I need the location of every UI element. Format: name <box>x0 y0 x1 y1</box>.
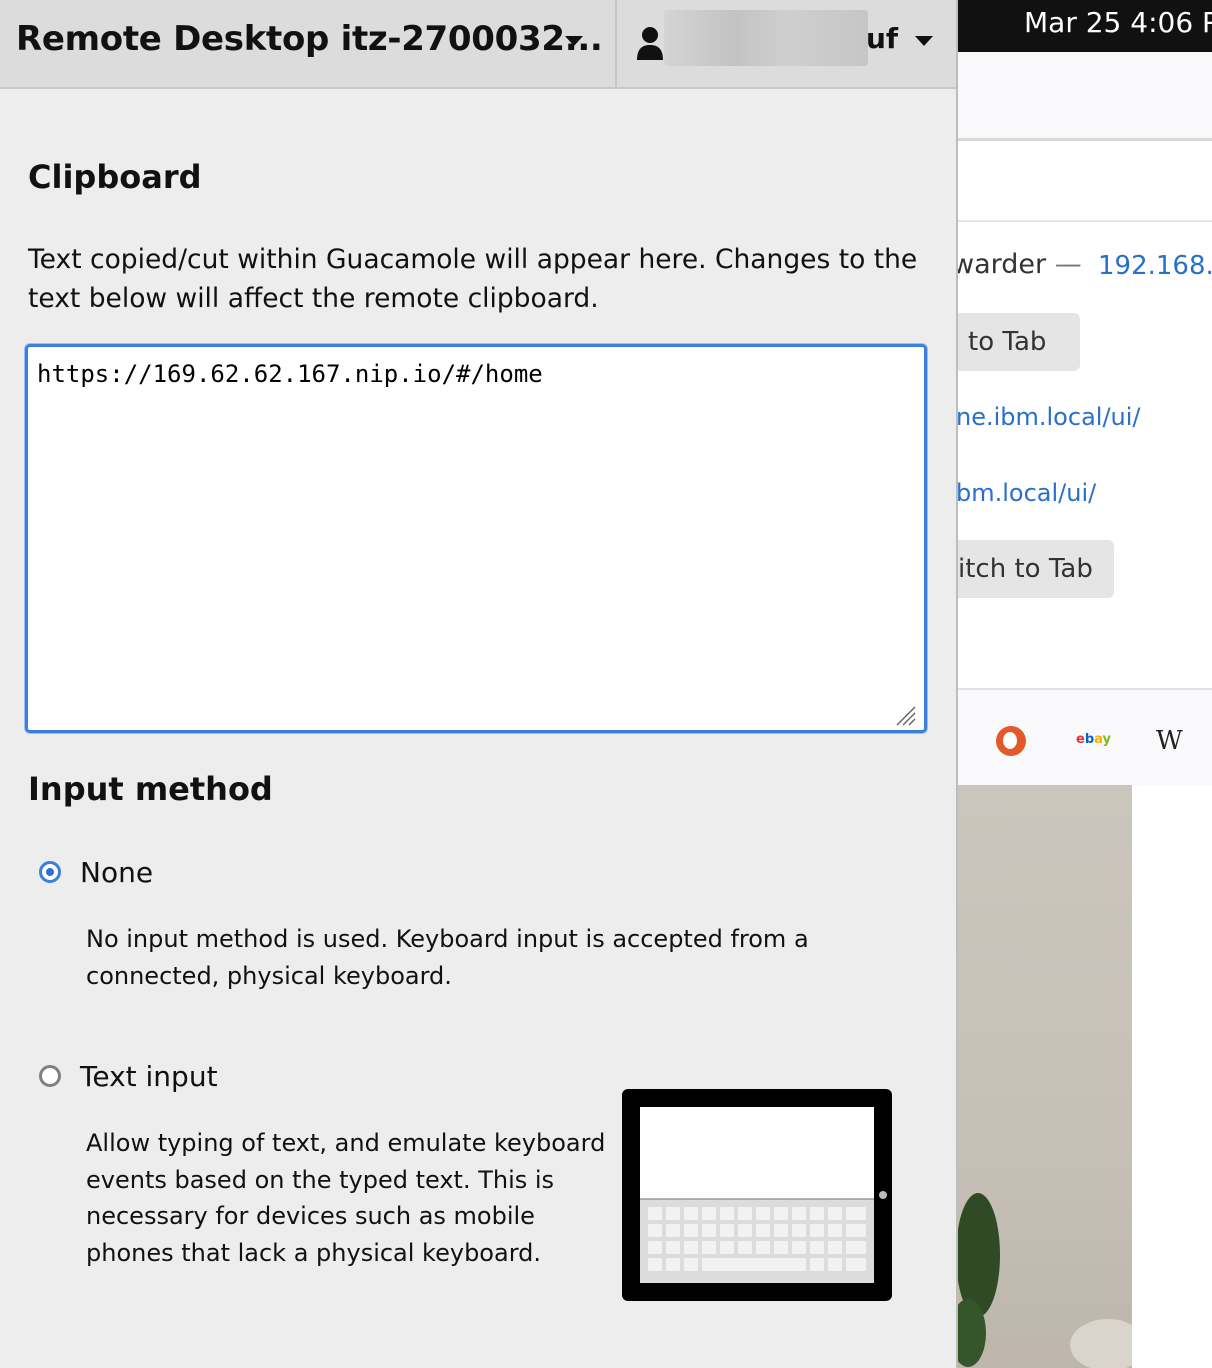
suggestion-title[interactable]: warder — <box>958 249 1082 280</box>
option-text-input-label[interactable]: Text input <box>80 1060 218 1093</box>
remote-desktop-view[interactable]: Mar 25 4:06 P warder — 192.168.2 to Tab … <box>958 0 1212 1368</box>
browser-toolbar <box>958 52 1212 141</box>
tablet-key <box>756 1207 770 1220</box>
tablet-key <box>810 1207 824 1220</box>
tablet-key <box>846 1241 866 1254</box>
tablet-key <box>648 1258 662 1271</box>
tablet-key <box>756 1241 770 1254</box>
tablet-key <box>738 1241 752 1254</box>
tablet-key <box>648 1241 662 1254</box>
dropdown-divider <box>958 220 1212 222</box>
tablet-key <box>846 1224 866 1237</box>
tablet-key <box>666 1224 680 1237</box>
suggestion-url[interactable]: 192.168.2 <box>1098 251 1212 281</box>
input-method-heading: Input method <box>28 770 273 808</box>
tablet-key <box>846 1258 866 1271</box>
duckduckgo-icon[interactable] <box>996 726 1026 756</box>
radio-selected-icon[interactable] <box>39 861 61 883</box>
ebay-icon[interactable]: ebay <box>1076 732 1111 747</box>
clipboard-heading: Clipboard <box>28 158 202 196</box>
option-none-description: No input method is used. Keyboard input … <box>86 925 809 990</box>
tablet-key <box>792 1241 806 1254</box>
tablet-key <box>720 1224 734 1237</box>
tablet-key <box>774 1224 788 1237</box>
tablet-key <box>684 1207 698 1220</box>
tablet-keyboard-icon <box>622 1089 892 1301</box>
connection-title[interactable]: Remote Desktop itz-2700032... <box>16 19 603 59</box>
suggestion-url-3[interactable]: bm.local/ui/ <box>958 479 1096 507</box>
radio-unselected-icon[interactable] <box>39 1065 61 1087</box>
shortcut-bar: ebay W <box>958 688 1212 787</box>
tablet-key <box>774 1207 788 1220</box>
tablet-key <box>810 1258 824 1271</box>
tablet-key <box>720 1241 734 1254</box>
tablet-key <box>666 1241 680 1254</box>
tablet-key <box>648 1207 662 1220</box>
tablet-key <box>666 1258 680 1271</box>
tablet-key <box>738 1207 752 1220</box>
tablet-key <box>702 1258 806 1271</box>
user-menu[interactable]: uf <box>617 0 956 87</box>
tablet-key <box>846 1207 866 1220</box>
url-suggestion-dropdown: warder — 192.168.2 to Tab ne.ibm.local/u… <box>958 141 1212 691</box>
tablet-key <box>828 1207 842 1220</box>
tablet-key <box>828 1258 842 1271</box>
desktop-wallpaper-right <box>1132 785 1212 1368</box>
user-name: uf <box>866 22 899 55</box>
guacamole-menu: Remote Desktop itz-2700032... uf Clipboa… <box>0 0 956 1368</box>
chevron-down-icon[interactable] <box>565 36 583 46</box>
tablet-key <box>792 1224 806 1237</box>
switch-to-tab-button-2[interactable]: itch to Tab <box>958 540 1114 598</box>
switch-to-tab-button[interactable]: to Tab <box>958 313 1080 371</box>
chevron-down-icon[interactable] <box>915 36 933 46</box>
menu-header: Remote Desktop itz-2700032... uf <box>0 0 956 89</box>
gnome-top-bar: Mar 25 4:06 P <box>958 0 1212 52</box>
wikipedia-icon[interactable]: W <box>1156 726 1183 756</box>
tablet-key <box>810 1224 824 1237</box>
tablet-key <box>774 1241 788 1254</box>
user-icon <box>637 27 663 60</box>
tablet-key <box>666 1207 680 1220</box>
tablet-key <box>810 1241 824 1254</box>
tablet-key <box>702 1224 716 1237</box>
tablet-key <box>792 1207 806 1220</box>
tablet-key <box>648 1224 662 1237</box>
option-none-label[interactable]: None <box>80 856 153 889</box>
clock[interactable]: Mar 25 4:06 P <box>1024 6 1212 39</box>
tablet-key <box>684 1241 698 1254</box>
tablet-key <box>684 1224 698 1237</box>
tablet-key <box>720 1207 734 1220</box>
user-name-redacted <box>664 10 868 66</box>
tablet-key <box>828 1241 842 1254</box>
tablet-key <box>702 1207 716 1220</box>
desktop-wallpaper <box>958 785 1132 1368</box>
tablet-key <box>756 1224 770 1237</box>
tablet-key <box>828 1224 842 1237</box>
option-text-input-description: Allow typing of text, and emulate keyboa… <box>86 1129 606 1267</box>
tablet-key <box>684 1258 698 1271</box>
tablet-key <box>702 1241 716 1254</box>
clipboard-textarea[interactable] <box>25 344 927 733</box>
suggestion-url-2[interactable]: ne.ibm.local/ui/ <box>958 403 1141 431</box>
tablet-key <box>738 1224 752 1237</box>
resize-grip-icon[interactable] <box>893 703 917 727</box>
clipboard-description: Text copied/cut within Guacamole will ap… <box>28 244 918 314</box>
